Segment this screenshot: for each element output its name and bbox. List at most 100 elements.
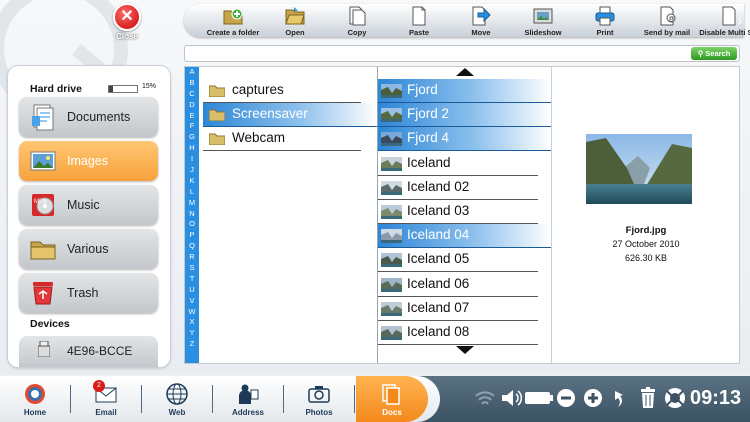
task-email-label: Email [95,408,117,417]
close-icon: ✕ [113,3,141,31]
trash-can-icon[interactable] [638,385,658,411]
category-images[interactable]: Images [19,141,158,181]
create-folder-button[interactable]: Create a folder [202,4,264,37]
alphabet-letter[interactable]: S [185,263,199,274]
file-item[interactable]: Fjord 2 [378,103,552,128]
preview-date: 27 October 2010 [612,239,680,249]
search-input[interactable]: ⚲ Search [184,45,740,62]
alphabet-letter[interactable]: P [185,230,199,241]
print-button[interactable]: Print [574,4,636,37]
devices-label: Devices [30,318,70,330]
search-button-label: Search [705,49,731,58]
preview-filename: Fjord.jpg [625,225,667,236]
taskbar: Home 2 Email Web Address Photos Docs 09:… [0,376,750,422]
toolbar-scroll-right-icon[interactable]: › [737,12,742,28]
move-button[interactable]: Move [450,4,512,37]
folder-item[interactable]: Webcam [203,127,361,151]
help-lifebuoy-icon[interactable] [663,385,687,411]
file-item-label: Iceland 07 [407,299,470,315]
image-thumbnail-icon [381,108,402,123]
task-docs[interactable]: Docs [356,376,428,422]
file-item[interactable]: Fjord 4 [378,127,552,152]
close-button[interactable]: ✕ Close [110,3,144,41]
alphabet-letter[interactable]: K [185,176,199,187]
folder-icon [209,109,225,121]
category-various[interactable]: Various [19,229,158,269]
task-address-label: Address [231,408,264,417]
alphabet-letter[interactable]: L [185,187,199,198]
wifi-icon[interactable] [474,385,496,411]
image-thumbnail-icon [381,132,402,147]
alphabet-letter[interactable]: E [185,111,199,122]
alphabet-letter[interactable]: Y [185,328,199,339]
folder-icon [209,85,225,97]
device-item[interactable]: 4E96-BCCE [19,336,158,367]
folder-column: captures Screensaver Webcam [203,67,377,363]
category-trash[interactable]: Trash [19,273,158,313]
alphabet-letter[interactable]: C [185,89,199,100]
zoom-out-icon[interactable] [555,385,577,411]
task-web[interactable]: Web [142,376,212,422]
alphabet-letter[interactable]: O [185,219,199,230]
image-thumbnail-icon [381,84,402,98]
file-item[interactable]: Iceland 02 [378,176,538,200]
file-item[interactable]: Iceland [378,152,538,176]
folder-item[interactable]: Screensaver [203,103,377,127]
alphabet-letter[interactable]: Q [185,241,199,252]
alphabet-letter[interactable]: W [185,307,199,318]
alphabet-index[interactable]: ABCDEFGHIJKLMNOPQRSTUVWXYZ [185,67,199,363]
alphabet-letter[interactable]: B [185,78,199,89]
file-item[interactable]: Iceland 08 [378,321,538,345]
alphabet-letter[interactable]: M [185,198,199,209]
file-item[interactable]: Iceland 04 [378,224,552,249]
alphabet-letter[interactable]: T [185,274,199,285]
scroll-up-arrow-icon[interactable] [456,68,474,76]
volume-icon[interactable] [500,385,522,411]
alphabet-letter[interactable]: Z [185,339,199,350]
task-email[interactable]: 2 Email [71,376,141,422]
task-address[interactable]: Address [213,376,283,422]
alphabet-letter[interactable]: F [185,121,199,132]
alphabet-letter[interactable]: J [185,165,199,176]
zoom-in-icon[interactable] [582,385,604,411]
paste-button[interactable]: Paste [388,4,450,37]
file-item[interactable]: Fjord [378,79,552,103]
category-music[interactable]: MP3 Music [19,185,158,225]
category-documents[interactable]: Documents [19,97,158,137]
alphabet-letter[interactable]: G [185,132,199,143]
paste-icon [412,6,426,26]
alphabet-letter[interactable]: U [185,285,199,296]
alphabet-letter[interactable]: X [185,317,199,328]
file-item[interactable]: Iceland 03 [378,200,538,224]
slideshow-button[interactable]: Slideshow [512,4,574,37]
file-item[interactable]: Iceland 06 [378,273,538,297]
back-arrow-icon[interactable] [611,385,631,411]
file-item[interactable]: Iceland 05 [378,248,538,273]
search-button[interactable]: ⚲ Search [691,47,737,60]
alphabet-letter[interactable]: H [185,143,199,154]
alphabet-letter[interactable]: I [185,154,199,165]
copy-button[interactable]: Copy [326,4,388,37]
category-documents-label: Documents [67,110,131,124]
file-item[interactable]: Iceland 07 [378,297,538,321]
alphabet-letter[interactable]: D [185,100,199,111]
task-photos[interactable]: Photos [284,376,354,422]
folder-item-label: Screensaver [232,106,308,121]
folder-item[interactable]: captures [203,79,361,103]
task-photos-label: Photos [305,408,333,417]
alphabet-letter[interactable]: R [185,252,199,263]
open-button[interactable]: Open [264,4,326,37]
alphabet-letter[interactable]: A [185,67,199,78]
address-book-icon [239,384,259,404]
music-icon: MP3 [32,194,54,216]
file-item-label: Iceland [407,154,451,170]
scroll-down-arrow-icon[interactable] [456,346,474,354]
file-item-label: Iceland 04 [407,227,470,243]
preview-size: 626.30 KB [624,253,668,263]
send-mail-button[interactable]: @ Send by mail [636,4,698,37]
alphabet-letter[interactable]: N [185,209,199,220]
alphabet-letter[interactable]: V [185,296,199,307]
disable-multi-select-button[interactable]: Disable Multi Sel [698,4,750,37]
move-icon [472,6,491,26]
task-home[interactable]: Home [0,376,70,422]
